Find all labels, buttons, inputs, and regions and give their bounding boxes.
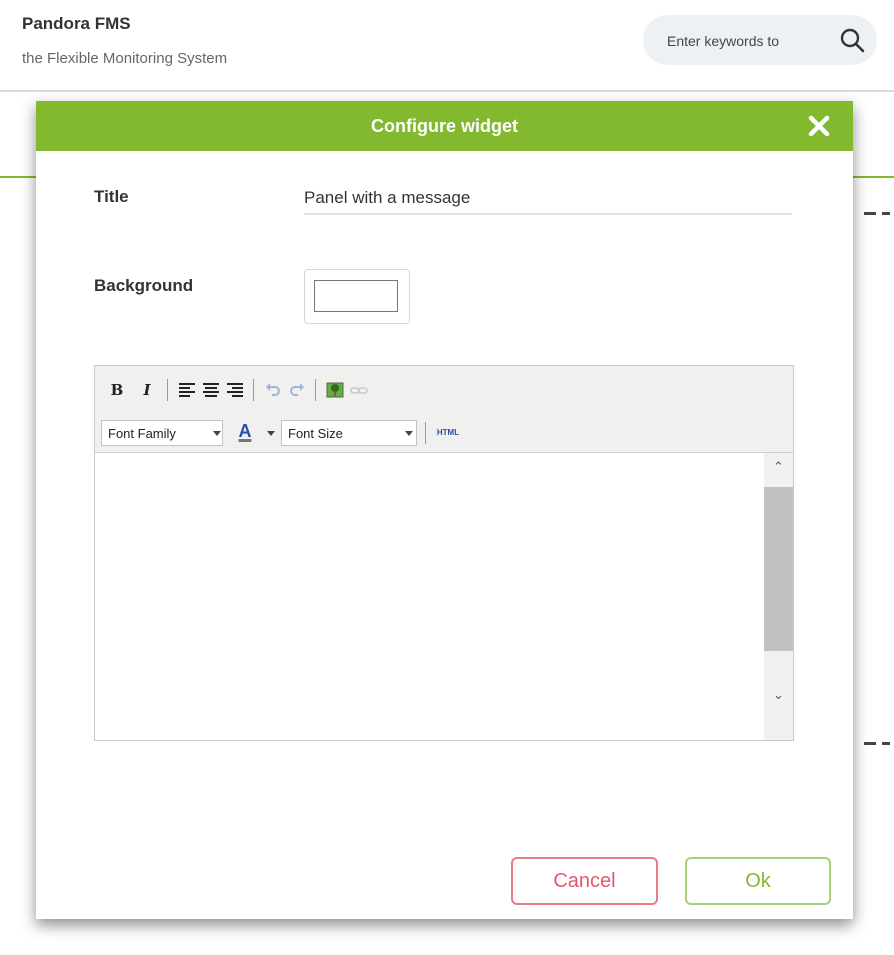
background-dash (864, 742, 876, 745)
align-right-icon[interactable] (225, 380, 245, 400)
font-family-label: Font Family (108, 426, 176, 441)
insert-image-icon[interactable] (325, 380, 345, 400)
app-subtitle: the Flexible Monitoring System (22, 50, 228, 67)
html-source-button[interactable]: HTML (431, 423, 465, 443)
editor-toolbar: B I Font Family A Font Size HTML (95, 366, 793, 453)
chevron-down-icon[interactable] (267, 431, 275, 436)
toolbar-separator (425, 422, 426, 444)
font-color-button[interactable]: A (235, 421, 255, 441)
toolbar-separator (315, 379, 316, 401)
app-title: Pandora FMS (22, 14, 131, 33)
title-input[interactable] (304, 183, 792, 215)
color-swatch (314, 280, 398, 312)
dialog-title: Configure widget (371, 116, 518, 136)
search-input[interactable] (665, 29, 829, 53)
rich-text-editor: B I Font Family A Font Size HTML ⌃ ⌄ (94, 365, 794, 741)
toolbar-separator (167, 379, 168, 401)
background-dash (882, 742, 890, 745)
editor-scrollbar[interactable]: ⌃ ⌄ (764, 453, 793, 740)
background-label: Background (94, 276, 194, 295)
bold-button[interactable]: B (107, 380, 127, 400)
editor-content-area[interactable] (95, 453, 793, 740)
background-color-picker[interactable] (304, 269, 410, 324)
redo-icon[interactable] (287, 380, 307, 400)
background-dash (864, 212, 876, 215)
toolbar-separator (253, 379, 254, 401)
font-family-select[interactable]: Font Family (101, 420, 223, 446)
scroll-down-icon[interactable]: ⌄ (764, 685, 793, 705)
font-size-label: Font Size (288, 426, 343, 441)
chevron-down-icon (213, 431, 221, 436)
close-icon[interactable] (807, 114, 831, 138)
background-divider (852, 176, 894, 178)
background-divider (0, 176, 40, 178)
scroll-up-icon[interactable]: ⌃ (764, 457, 793, 477)
title-label: Title (94, 187, 129, 206)
align-left-icon[interactable] (177, 380, 197, 400)
dialog-header: Configure widget (36, 101, 853, 151)
cancel-button[interactable]: Cancel (511, 857, 658, 905)
scrollbar-thumb[interactable] (764, 487, 793, 651)
app-header: Pandora FMS the Flexible Monitoring Syst… (0, 0, 894, 92)
link-icon[interactable] (349, 380, 369, 400)
ok-button[interactable]: Ok (685, 857, 831, 905)
search-box (643, 15, 877, 65)
configure-widget-dialog: Configure widget Title Background B I (36, 101, 853, 919)
undo-icon[interactable] (263, 380, 283, 400)
font-size-select[interactable]: Font Size (281, 420, 417, 446)
italic-button[interactable]: I (137, 380, 157, 400)
chevron-down-icon (405, 431, 413, 436)
background-dash (882, 212, 890, 215)
search-icon[interactable] (839, 27, 865, 53)
align-center-icon[interactable] (201, 380, 221, 400)
